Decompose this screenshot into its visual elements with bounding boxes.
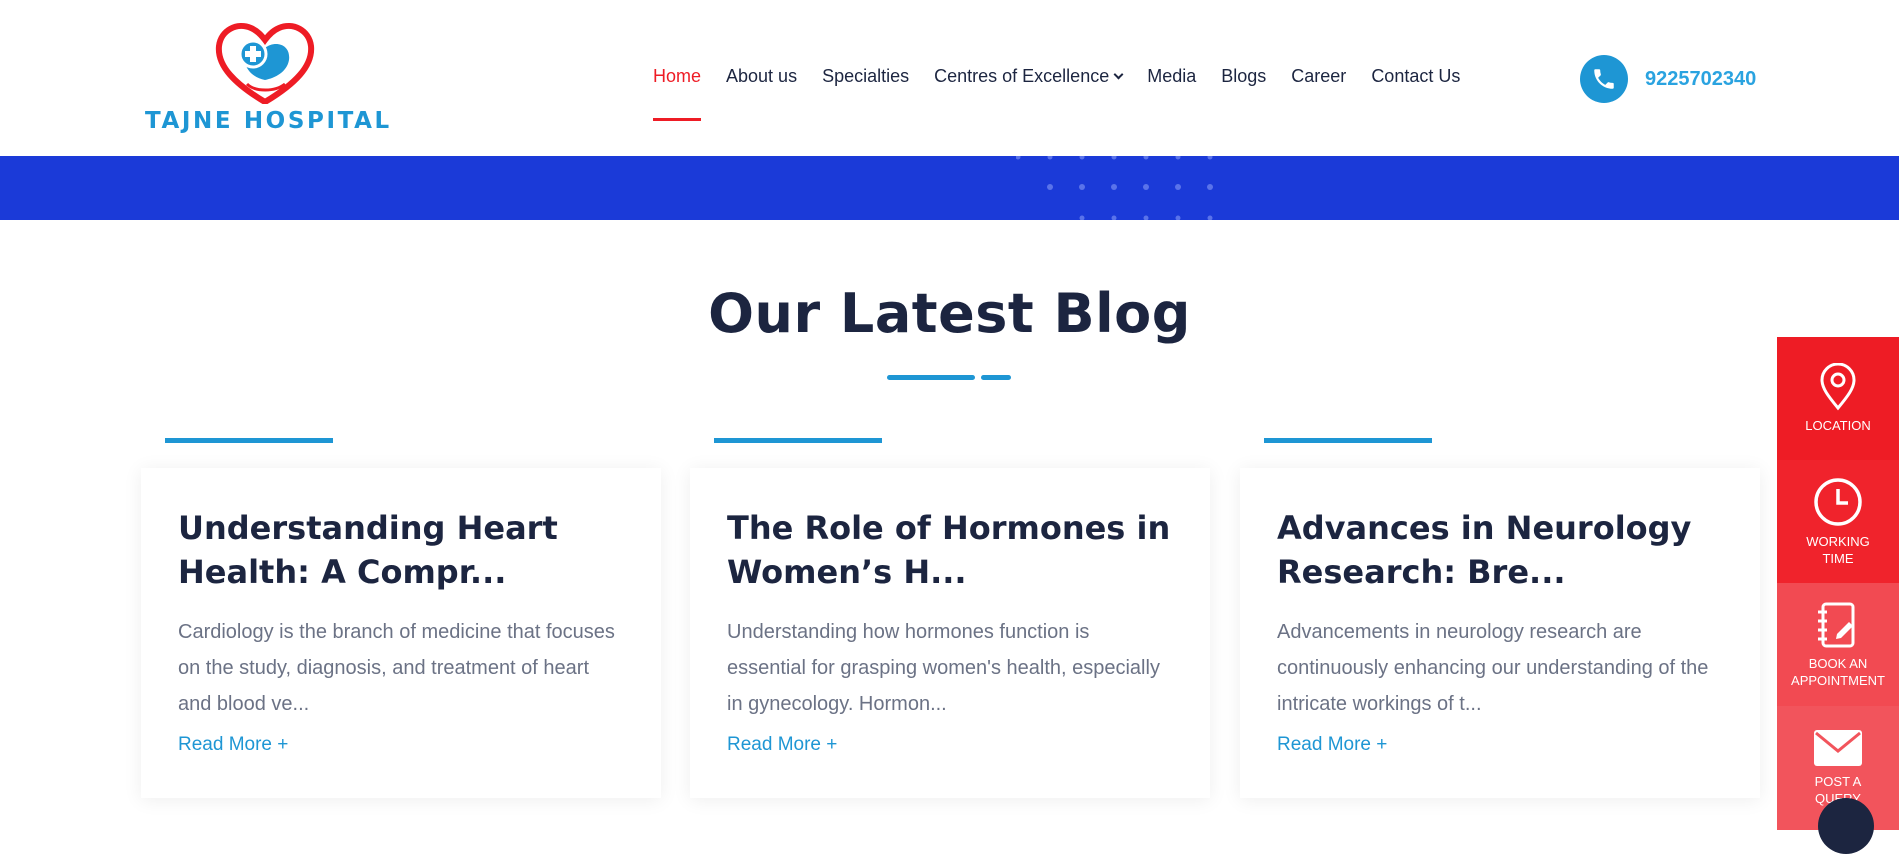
- location-label: LOCATION: [1805, 418, 1871, 433]
- envelope-icon: [1814, 730, 1862, 766]
- book-appointment-label: BOOK AN APPOINTMENT: [1791, 655, 1885, 688]
- blog-card-excerpt: Advancements in neurology research are c…: [1277, 621, 1709, 715]
- nav-specialties[interactable]: Specialties: [822, 66, 909, 87]
- card-accent-line: [165, 438, 333, 443]
- blog-card-body: The Role of Hormones in Women’s H... Und…: [690, 468, 1210, 798]
- working-time-button[interactable]: WORKING TIME: [1777, 460, 1899, 583]
- blog-card-excerpt: Understanding how hormones function is e…: [727, 621, 1160, 715]
- nav-media[interactable]: Media: [1147, 66, 1196, 87]
- nav-centres-of-excellence[interactable]: Centres of Excellence: [934, 66, 1124, 87]
- read-more-link[interactable]: Read More +: [1277, 734, 1387, 756]
- scroll-to-top-button[interactable]: [1818, 798, 1874, 854]
- book-appointment-button[interactable]: BOOK AN APPOINTMENT: [1777, 583, 1899, 706]
- read-more-link[interactable]: Read More +: [178, 734, 288, 756]
- read-more-link[interactable]: Read More +: [727, 734, 837, 756]
- title-underline-long: [887, 375, 975, 380]
- title-underline-short: [981, 375, 1011, 380]
- notebook-pen-icon: [1818, 602, 1855, 647]
- blog-card-title[interactable]: Advances in Neurology Research: Bre...: [1277, 506, 1723, 594]
- nav-home[interactable]: Home: [653, 66, 702, 121]
- hero-band: [0, 156, 1899, 220]
- blog-card-title[interactable]: Understanding Heart Health: A Compr...: [178, 506, 624, 594]
- location-button[interactable]: LOCATION: [1777, 337, 1899, 460]
- working-time-label: WORKING TIME: [1806, 533, 1870, 566]
- heart-cross-hands-logo: [215, 23, 315, 104]
- site-header: TAJNE HOSPITAL Home About us Specialties…: [0, 0, 1899, 156]
- clock-icon: [1814, 477, 1862, 526]
- sticky-action-bar: LOCATION WORKING TIME BOOK AN APPOINTMEN…: [1777, 337, 1899, 830]
- nav-centres-label: Centres of Excellence: [934, 66, 1110, 86]
- phone-contact[interactable]: 9225702340: [1580, 55, 1756, 103]
- chevron-down-icon: [1113, 69, 1124, 80]
- card-accent-line: [1264, 438, 1432, 443]
- logo-text: TAJNE HOSPITAL: [145, 108, 392, 134]
- main-nav: Home About us Specialties Centres of Exc…: [653, 66, 1485, 121]
- blog-card-body: Advances in Neurology Research: Bre... A…: [1240, 468, 1760, 798]
- nav-blogs[interactable]: Blogs: [1221, 66, 1266, 87]
- blog-card-title[interactable]: The Role of Hormones in Women’s H...: [727, 506, 1173, 594]
- map-pin-icon: [1820, 363, 1856, 411]
- blog-card-excerpt: Cardiology is the branch of medicine tha…: [178, 621, 615, 715]
- dot-pattern-decoration: [1016, 156, 1213, 220]
- section-title: Our Latest Blog: [708, 282, 1191, 345]
- nav-contact-us[interactable]: Contact Us: [1371, 66, 1460, 87]
- site-logo[interactable]: TAJNE HOSPITAL: [145, 22, 390, 137]
- phone-number: 9225702340: [1645, 67, 1757, 90]
- phone-icon: [1580, 55, 1628, 103]
- blog-card-body: Understanding Heart Health: A Compr... C…: [141, 468, 661, 798]
- card-accent-line: [714, 438, 882, 443]
- nav-career[interactable]: Career: [1291, 66, 1346, 87]
- nav-about-us[interactable]: About us: [726, 66, 797, 87]
